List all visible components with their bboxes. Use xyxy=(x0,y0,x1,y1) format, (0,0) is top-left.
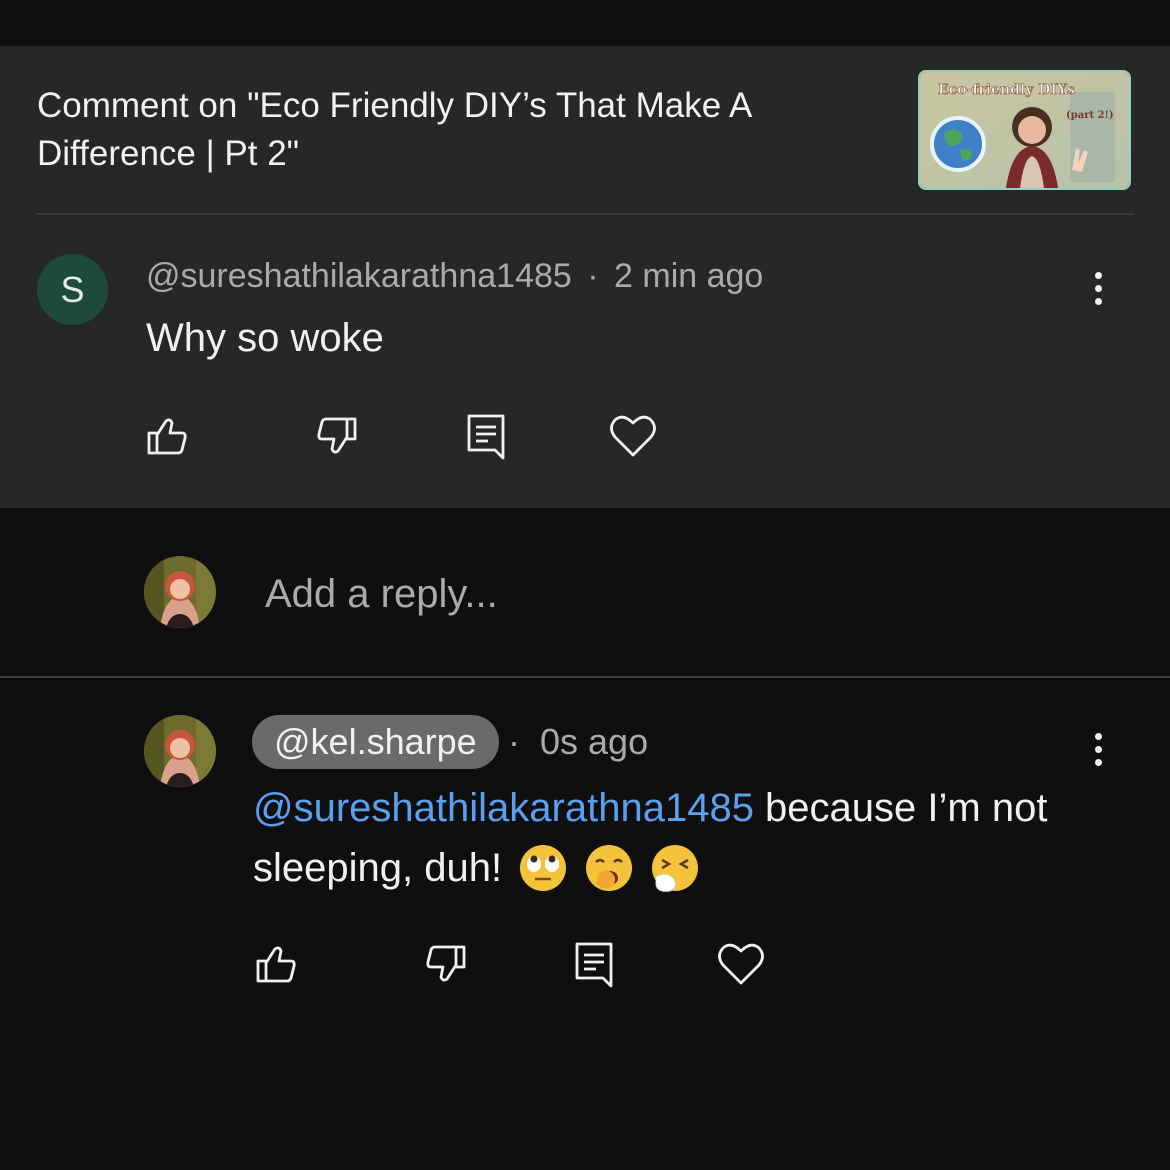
thumbnail-title-text: Eco-friendly DIYs xyxy=(938,82,1075,98)
dislike-button[interactable] xyxy=(311,411,361,461)
meta-separator: · xyxy=(508,721,520,762)
thumbnail-subtitle-text: (part 2!) xyxy=(1066,110,1114,121)
reply-meta: · 0s ago xyxy=(508,719,648,765)
heart-button[interactable] xyxy=(608,411,658,461)
reply-button[interactable] xyxy=(461,411,511,461)
comment-timestamp: 2 min ago xyxy=(614,257,764,295)
like-button[interactable] xyxy=(143,411,193,461)
comment-text: Why so woke xyxy=(146,316,384,360)
avatar-image xyxy=(144,556,216,628)
reply-author-pill[interactable]: @kel.sharpe xyxy=(252,715,499,769)
comment-author[interactable]: @sureshathilakarathna1485 xyxy=(146,257,572,295)
reply-like-button[interactable] xyxy=(252,939,302,989)
reply-icon xyxy=(467,414,505,460)
eye-roll-emoji xyxy=(520,845,567,892)
reply-more-button[interactable] xyxy=(1078,725,1118,775)
yawning-emoji xyxy=(586,845,633,892)
heart-icon xyxy=(718,943,764,985)
reply-text: @sureshathilakarathna1485 because I’m no… xyxy=(253,778,1113,900)
comment-meta: @sureshathilakarathna1485 · 2 min ago xyxy=(146,254,763,298)
avatar-image xyxy=(144,715,216,787)
emoji-row xyxy=(502,840,700,900)
video-title[interactable]: Comment on "Eco Friendly DIY’s That Make… xyxy=(37,82,857,178)
sneezing-emoji xyxy=(652,845,699,893)
top-strip xyxy=(0,0,1170,46)
reply-author-avatar[interactable] xyxy=(144,715,216,787)
my-avatar[interactable] xyxy=(144,556,216,628)
reply-icon xyxy=(575,942,613,988)
comment-more-button[interactable] xyxy=(1078,264,1118,314)
commenter-avatar[interactable]: S xyxy=(37,254,108,325)
meta-separator: · xyxy=(587,257,599,295)
reply-timestamp: 0s ago xyxy=(540,721,649,762)
reply-input[interactable] xyxy=(265,566,1125,622)
thumbs-down-icon xyxy=(426,945,466,982)
thumbs-up-icon xyxy=(256,946,296,983)
reply-heart-button[interactable] xyxy=(716,939,766,989)
thumbnail-image: Eco-friendly DIYs (part 2!) xyxy=(920,72,1129,188)
reply-reply-button[interactable] xyxy=(569,939,619,989)
video-thumbnail[interactable]: Eco-friendly DIYs (part 2!) xyxy=(918,70,1131,190)
reply-dislike-button[interactable] xyxy=(420,939,470,989)
thumbs-up-icon xyxy=(147,418,187,455)
reply-mention-link[interactable]: @sureshathilakarathna1485 xyxy=(253,786,754,830)
thumbs-down-icon xyxy=(317,417,357,454)
heart-icon xyxy=(610,415,656,457)
reply-divider xyxy=(0,676,1170,678)
panel-divider xyxy=(36,213,1134,215)
